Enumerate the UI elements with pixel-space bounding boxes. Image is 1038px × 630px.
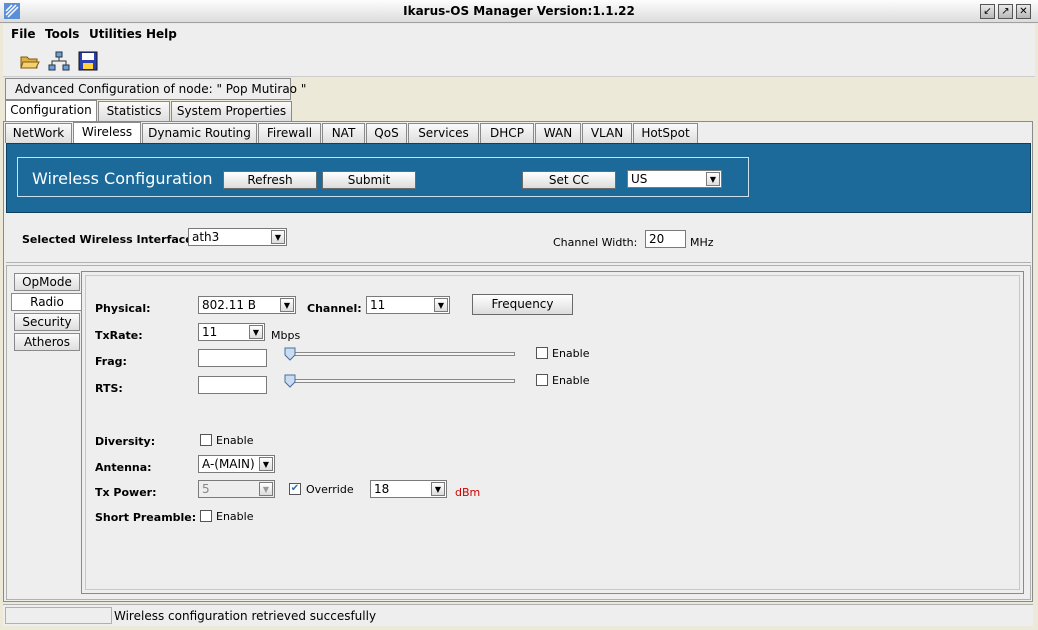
tab-qos[interactable]: QoS xyxy=(366,123,407,143)
status-bar: Wireless configuration retrieved succesf… xyxy=(3,604,1033,626)
diversity-checkbox[interactable] xyxy=(200,434,212,446)
txrate-unit: Mbps xyxy=(271,329,301,342)
channel-select[interactable]: 11 ▼ xyxy=(366,296,450,314)
rts-enable-checkbox[interactable] xyxy=(536,374,548,386)
menu-utilities[interactable]: Utilities xyxy=(89,27,142,41)
tab-vlan[interactable]: VLAN xyxy=(582,123,632,143)
menu-tools[interactable]: Tools xyxy=(45,27,79,41)
antenna-value: A-(MAIN) xyxy=(202,457,255,471)
preamble-label: Short Preamble: xyxy=(95,511,197,524)
page-title: Wireless Configuration xyxy=(32,169,213,188)
save-icon[interactable] xyxy=(77,50,99,72)
frag-slider-handle[interactable] xyxy=(284,347,296,361)
frag-enable-label: Enable xyxy=(552,347,590,360)
title-bar: Ikarus-OS Manager Version:1.1.22 ↙ ↗ ✕ xyxy=(0,0,1038,23)
rts-slider[interactable] xyxy=(288,379,515,383)
antenna-label: Antenna: xyxy=(95,461,152,474)
override-power-select[interactable]: 18 ▼ xyxy=(370,480,447,498)
iface-label: Selected Wireless Interface: xyxy=(22,233,198,246)
diversity-enable-label: Enable xyxy=(216,434,254,447)
rts-enable-label: Enable xyxy=(552,374,590,387)
channel-width-label: Channel Width: xyxy=(553,236,638,249)
maximize-icon[interactable]: ↗ xyxy=(998,4,1013,19)
window-title: Ikarus-OS Manager Version:1.1.22 xyxy=(403,4,635,18)
iface-select[interactable]: ath3 ▼ xyxy=(188,228,287,246)
tab-wan[interactable]: WAN xyxy=(535,123,581,143)
iface-value: ath3 xyxy=(192,230,220,244)
override-checkbox[interactable]: ✔ xyxy=(289,483,301,495)
physical-select[interactable]: 802.11 B ▼ xyxy=(198,296,296,314)
txrate-value: 11 xyxy=(202,325,218,339)
tab-opmode[interactable]: OpMode xyxy=(14,273,80,291)
tab-network[interactable]: NetWork xyxy=(5,123,72,143)
chevron-down-icon: ▼ xyxy=(271,230,285,244)
preamble-enable-label: Enable xyxy=(216,510,254,523)
country-value: US xyxy=(631,172,648,186)
chevron-down-icon: ▼ xyxy=(259,482,273,496)
frag-slider[interactable] xyxy=(288,352,515,356)
physical-value: 802.11 B xyxy=(202,298,257,312)
tab-hotspot[interactable]: HotSpot xyxy=(633,123,698,143)
frag-enable-checkbox[interactable] xyxy=(536,347,548,359)
txpower-value: 5 xyxy=(202,482,210,496)
tab-security[interactable]: Security xyxy=(14,313,80,331)
menu-file[interactable]: File xyxy=(11,27,36,41)
chevron-down-icon: ▼ xyxy=(434,298,448,312)
tab-system-properties[interactable]: System Properties xyxy=(171,101,292,121)
tab-services[interactable]: Services xyxy=(408,123,479,143)
frag-input[interactable] xyxy=(198,349,267,367)
preamble-checkbox[interactable] xyxy=(200,510,212,522)
tab-dhcp[interactable]: DHCP xyxy=(480,123,534,143)
txrate-label: TxRate: xyxy=(95,329,143,342)
network-icon[interactable] xyxy=(48,50,70,72)
wireless-header: Wireless Configuration Refresh Submit Se… xyxy=(6,143,1031,213)
antenna-select[interactable]: A-(MAIN) ▼ xyxy=(198,455,275,473)
tab-statistics[interactable]: Statistics xyxy=(98,101,170,121)
rts-label: RTS: xyxy=(95,382,123,395)
node-label: Advanced Configuration of node: " Pop Mu… xyxy=(15,82,307,96)
override-label: Override xyxy=(306,483,354,496)
txrate-select[interactable]: 11 ▼ xyxy=(198,323,265,341)
channel-label: Channel: xyxy=(307,302,362,315)
diversity-label: Diversity: xyxy=(95,435,156,448)
tab-radio[interactable]: Radio xyxy=(11,293,82,311)
channel-value: 11 xyxy=(370,298,386,312)
txpower-select[interactable]: 5 ▼ xyxy=(198,480,275,498)
minimize-icon[interactable]: ↙ xyxy=(980,4,995,19)
frag-label: Frag: xyxy=(95,355,127,368)
tab-atheros[interactable]: Atheros xyxy=(14,333,80,351)
tab-wireless[interactable]: Wireless xyxy=(73,122,141,143)
txpower-label: Tx Power: xyxy=(95,486,157,499)
node-label-box: Advanced Configuration of node: " Pop Mu… xyxy=(5,78,306,100)
rts-slider-handle[interactable] xyxy=(284,374,296,388)
override-power-value: 18 xyxy=(374,482,390,496)
status-progress xyxy=(5,607,112,624)
tab-dynamic-routing[interactable]: Dynamic Routing xyxy=(142,123,257,143)
tab-nat[interactable]: NAT xyxy=(322,123,365,143)
chevron-down-icon: ▼ xyxy=(280,298,294,312)
tab-configuration[interactable]: Configuration xyxy=(5,100,97,121)
country-select[interactable]: US ▼ xyxy=(627,170,722,188)
toolbar xyxy=(3,45,1035,77)
refresh-button[interactable]: Refresh xyxy=(223,171,317,189)
physical-label: Physical: xyxy=(95,302,151,315)
submit-button[interactable]: Submit xyxy=(322,171,416,189)
tab-firewall[interactable]: Firewall xyxy=(258,123,321,143)
dbm-unit: dBm xyxy=(455,486,481,499)
rts-input[interactable] xyxy=(198,376,267,394)
menu-bar: File Tools Utilities Help xyxy=(3,24,1035,45)
channel-width-input[interactable]: 20 xyxy=(645,230,686,248)
channel-width-unit: MHz xyxy=(690,236,714,249)
frequency-button[interactable]: Frequency xyxy=(472,294,573,315)
open-folder-icon[interactable] xyxy=(19,50,41,72)
close-icon[interactable]: ✕ xyxy=(1016,4,1031,19)
chevron-down-icon: ▼ xyxy=(249,325,263,339)
set-cc-button[interactable]: Set CC xyxy=(522,171,616,189)
chevron-down-icon: ▼ xyxy=(706,172,720,186)
chevron-down-icon: ▼ xyxy=(431,482,445,496)
radio-panel xyxy=(81,271,1024,594)
chevron-down-icon: ▼ xyxy=(259,457,273,471)
menu-help[interactable]: Help xyxy=(146,27,177,41)
status-message: Wireless configuration retrieved succesf… xyxy=(114,609,377,623)
